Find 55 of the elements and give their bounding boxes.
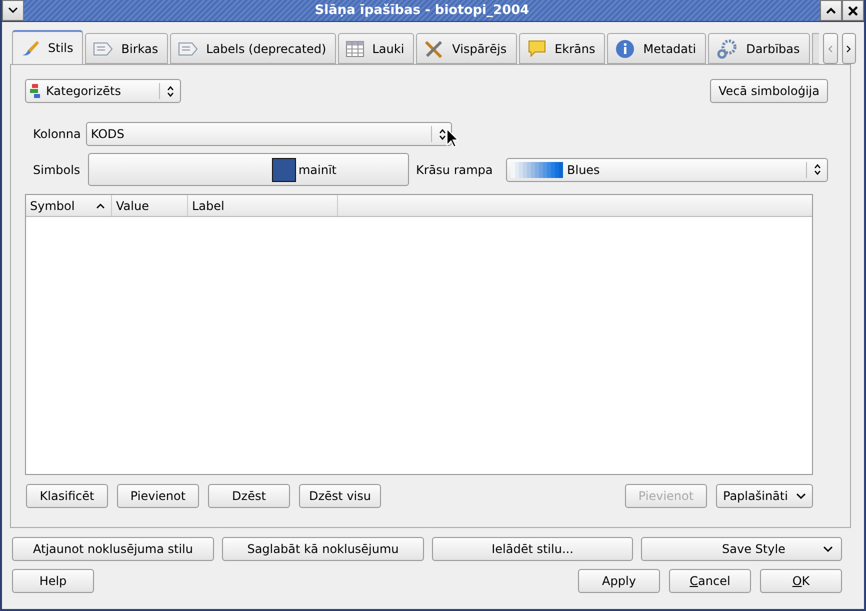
panel-button[interactable]: Pievienot: [117, 484, 199, 508]
spin-arrows-icon: [438, 128, 446, 140]
spin-arrows-icon: [814, 164, 821, 175]
scroll-left-button[interactable]: [823, 33, 838, 64]
close-button[interactable]: [842, 0, 864, 21]
column-header[interactable]: Value: [112, 195, 188, 216]
categories-icon: [30, 84, 42, 98]
speech-bubble-icon: [526, 40, 547, 58]
mouse-cursor-icon: [446, 128, 459, 148]
style-button[interactable]: Ielādēt stilu...: [432, 537, 633, 561]
info-icon: [615, 38, 636, 58]
chevron-right-icon: [846, 44, 852, 52]
chevron-left-icon: [828, 44, 834, 52]
tab[interactable]: Ekrāns: [518, 33, 606, 64]
panel-button[interactable]: Dzēst: [208, 484, 290, 508]
column-header[interactable]: Symbol: [26, 195, 112, 216]
tab[interactable]: Metadati: [607, 33, 706, 64]
tab[interactable]: Vispārējs: [416, 33, 517, 64]
window-menu-button[interactable]: [2, 0, 24, 21]
color-ramp-icon: [511, 162, 563, 178]
help-button[interactable]: Help: [12, 569, 94, 593]
column-header[interactable]: Label: [188, 195, 338, 216]
tools-icon: [424, 40, 444, 58]
caret-icon: [826, 7, 836, 14]
label-icon: [93, 42, 114, 56]
table-icon: [346, 40, 364, 56]
menu-button[interactable]: Save Style: [641, 537, 842, 561]
dialog-button[interactable]: Apply: [578, 569, 660, 593]
color-ramp-label: Krāsu rampa: [416, 162, 494, 176]
tab[interactable]: Stils: [12, 30, 84, 64]
tab[interactable]: Birkas: [85, 33, 168, 64]
scroll-right-button[interactable]: [842, 33, 856, 64]
window-title: Slāņa īpašības - biotopi_2004: [314, 3, 530, 18]
panel-button[interactable]: Klasificēt: [26, 484, 108, 508]
label-icon: [178, 42, 198, 56]
tab[interactable]: Lauki: [338, 33, 414, 64]
dialog-button[interactable]: Cancel: [669, 569, 751, 593]
maximize-button[interactable]: [820, 0, 842, 21]
old-symbology-button[interactable]: Vecā simboloģija: [710, 79, 828, 103]
gears-icon: [716, 38, 738, 58]
tab[interactable]: Labels (deprecated): [170, 33, 336, 64]
spin-arrows-icon: [167, 86, 174, 96]
menu-button[interactable]: Paplašināti: [716, 484, 813, 508]
symbol-label: Simbols: [33, 162, 82, 176]
close-icon: [848, 6, 858, 16]
change-symbol-button[interactable]: mainīt: [88, 153, 409, 186]
style-button[interactable]: Saglabāt kā noklusējumu: [222, 537, 424, 561]
column-dropdown[interactable]: KODS: [86, 122, 452, 146]
color-ramp-dropdown[interactable]: Blues: [506, 158, 828, 182]
style-button[interactable]: Atjaunot noklusējuma stilu: [12, 537, 214, 561]
column-label: Kolonna: [33, 127, 81, 141]
renderer-dropdown[interactable]: Kategorizēts: [25, 79, 181, 103]
dialog-button[interactable]: OK: [760, 569, 842, 593]
tab[interactable]: Darbības: [708, 33, 810, 64]
panel-button[interactable]: Dzēst visu: [299, 484, 381, 508]
